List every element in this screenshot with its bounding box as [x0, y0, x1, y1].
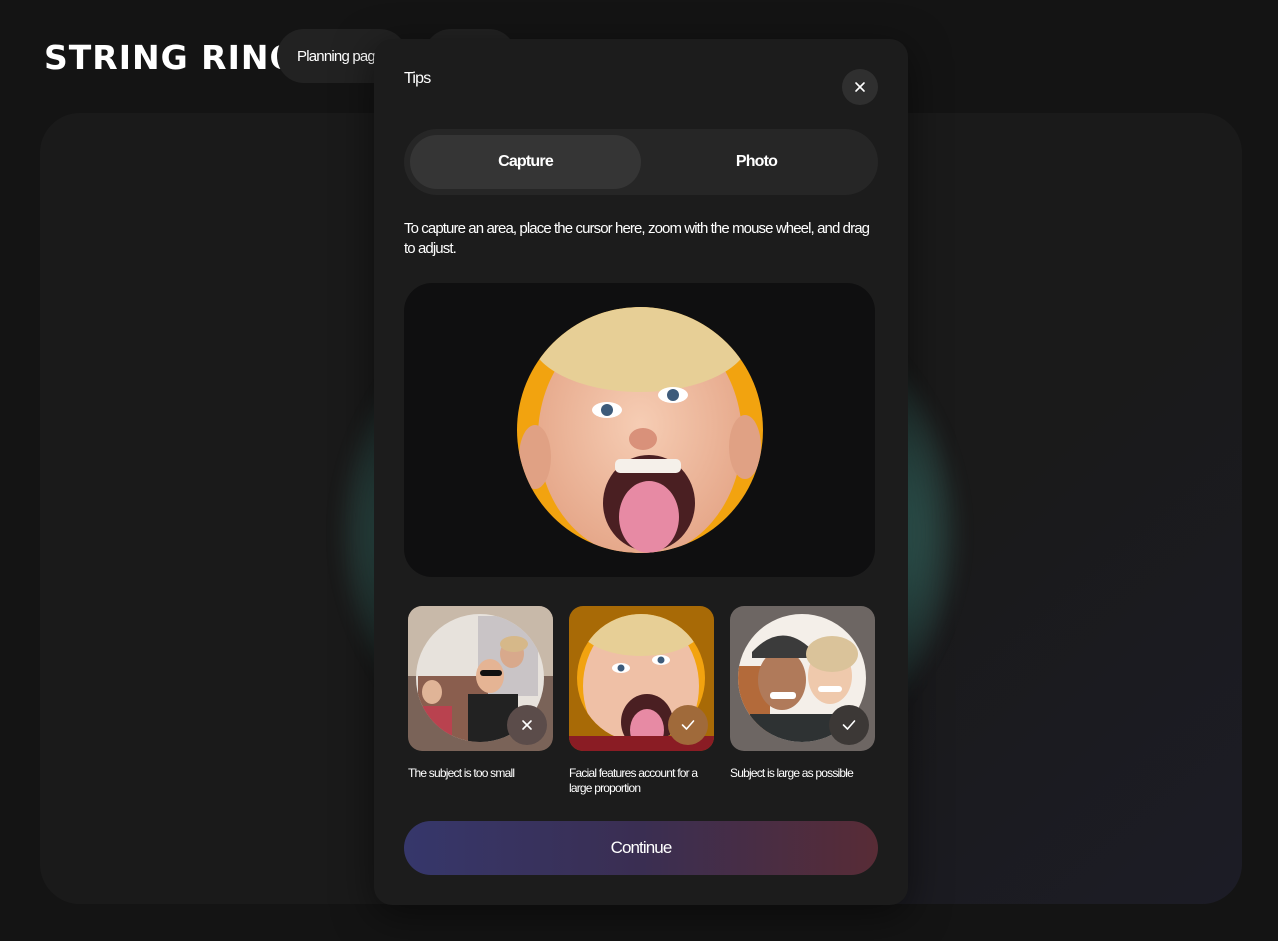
close-icon	[855, 82, 865, 92]
preview-face-image	[516, 307, 763, 553]
modal-title: Tips	[404, 70, 431, 87]
tips-modal: Tips Capture Photo To capture an area, p…	[374, 39, 908, 905]
example-too-small: The subject is too small	[408, 606, 553, 796]
status-badge-good	[668, 705, 708, 745]
brand-logo[interactable]: STRING RING	[44, 38, 298, 77]
continue-button[interactable]: Continue	[404, 821, 878, 875]
status-badge-good	[829, 705, 869, 745]
example-caption: Subject is large as possible	[730, 766, 854, 780]
example-thumbnail	[730, 606, 875, 751]
example-caption: Facial features account for a large prop…	[569, 766, 698, 795]
example-list: The subject is too small Facial features…	[408, 606, 878, 796]
example-caption: The subject is too small	[408, 766, 515, 780]
example-large-subject: Subject is large as possible	[730, 606, 875, 796]
capture-preview-area[interactable]	[404, 283, 875, 577]
status-badge-bad	[507, 705, 547, 745]
tab-capture[interactable]: Capture	[410, 135, 641, 189]
mode-tabs: Capture Photo	[404, 129, 878, 195]
example-large-proportion: Facial features account for a large prop…	[569, 606, 714, 796]
close-button[interactable]	[842, 69, 878, 105]
check-icon	[681, 720, 695, 730]
close-icon	[522, 720, 532, 730]
check-icon	[842, 720, 856, 730]
tab-photo[interactable]: Photo	[641, 135, 872, 189]
example-thumbnail	[408, 606, 553, 751]
example-thumbnail	[569, 606, 714, 751]
capture-instructions: To capture an area, place the cursor her…	[404, 220, 870, 257]
